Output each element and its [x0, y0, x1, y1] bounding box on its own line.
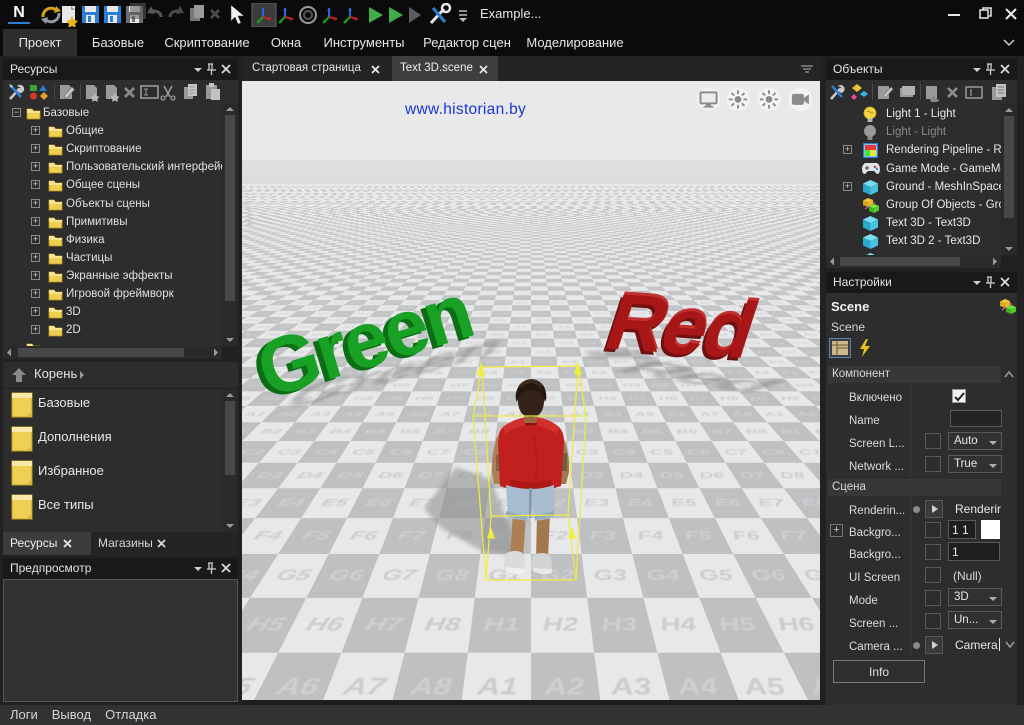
svg-text:Red: Red: [595, 278, 765, 376]
